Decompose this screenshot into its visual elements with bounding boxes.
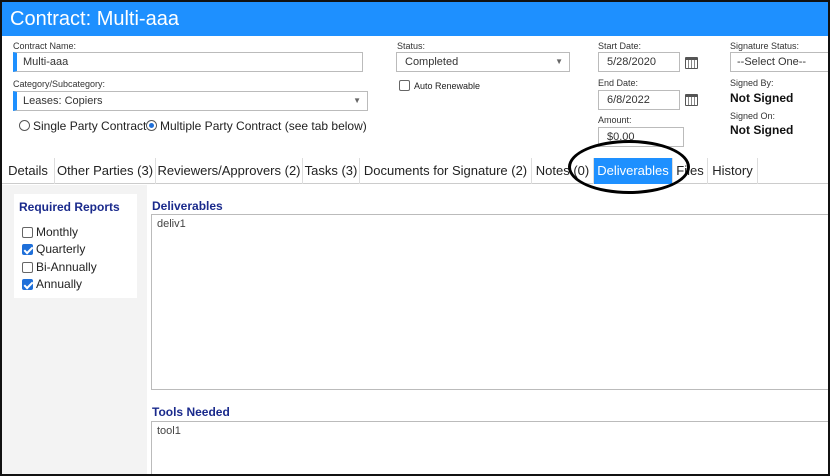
category-label: Category/Subcategory: <box>13 79 106 89</box>
bi-annually-label: Bi-Annually <box>36 260 97 274</box>
bi-annually-checkbox[interactable] <box>22 262 33 273</box>
calendar-icon[interactable] <box>685 94 698 106</box>
end-date-input[interactable]: 6/8/2022 <box>598 90 680 110</box>
contract-name-input[interactable]: Multi-aaa <box>13 52 363 72</box>
quarterly-checkbox[interactable] <box>22 244 33 255</box>
deliverables-title: Deliverables <box>152 199 223 213</box>
contract-name-label: Contract Name: <box>13 41 77 51</box>
start-date-label: Start Date: <box>598 41 642 51</box>
multiple-party-radio[interactable] <box>146 120 157 131</box>
category-value: Leases: Copiers <box>23 95 103 107</box>
single-party-label: Single Party Contract <box>33 119 147 133</box>
tools-needed-textarea[interactable]: tool1 <box>151 421 828 474</box>
status-value: Completed <box>405 56 459 68</box>
single-party-radio[interactable] <box>19 120 30 131</box>
auto-renewable-label: Auto Renewable <box>414 81 481 91</box>
deliverables-textarea[interactable]: deliv1 <box>151 214 828 390</box>
category-select[interactable]: Leases: Copiers ▼ <box>13 91 368 111</box>
tab-tasks[interactable]: Tasks (3) <box>303 158 360 184</box>
tab-history[interactable]: History <box>708 158 758 184</box>
annually-label: Annually <box>36 277 83 291</box>
signed-by-label: Signed By: <box>730 78 774 88</box>
tab-details[interactable]: Details <box>2 158 55 184</box>
tab-other-parties[interactable]: Other Parties (3) <box>55 158 156 184</box>
chevron-down-icon: ▼ <box>555 57 563 66</box>
calendar-icon[interactable] <box>685 57 698 69</box>
amount-label: Amount: <box>598 115 632 125</box>
annually-checkbox[interactable] <box>22 279 33 290</box>
signed-on-value: Not Signed <box>730 123 794 137</box>
window-title: Contract: Multi-aaa <box>2 2 828 36</box>
annotation-circle <box>568 140 690 194</box>
end-date-label: End Date: <box>598 78 639 88</box>
status-select[interactable]: Completed ▼ <box>396 52 570 72</box>
signature-status-label: Signature Status: <box>730 41 800 51</box>
status-label: Status: <box>397 41 426 51</box>
start-date-input[interactable]: 5/28/2020 <box>598 52 680 72</box>
tab-bar: Details Other Parties (3) Reviewers/Appr… <box>2 158 828 184</box>
required-reports-panel: Required Reports Monthly Quarterly Bi-An… <box>14 194 137 298</box>
quarterly-label: Quarterly <box>36 242 86 256</box>
signed-by-value: Not Signed <box>730 91 794 105</box>
signature-status-select[interactable]: --Select One-- <box>730 52 828 72</box>
monthly-label: Monthly <box>36 225 79 239</box>
chevron-down-icon: ▼ <box>353 96 361 105</box>
signed-on-label: Signed On: <box>730 111 776 121</box>
tab-reviewers-approvers[interactable]: Reviewers/Approvers (2) <box>156 158 303 184</box>
tools-needed-title: Tools Needed <box>152 405 230 419</box>
contract-window: Contract: Multi-aaa Contract Name: Multi… <box>0 0 830 476</box>
tab-documents-for-signature[interactable]: Documents for Signature (2) <box>360 158 532 184</box>
monthly-checkbox[interactable] <box>22 227 33 238</box>
multiple-party-label: Multiple Party Contract (see tab below) <box>160 119 367 133</box>
required-reports-title: Required Reports <box>19 200 120 214</box>
auto-renewable-checkbox[interactable] <box>399 80 410 91</box>
